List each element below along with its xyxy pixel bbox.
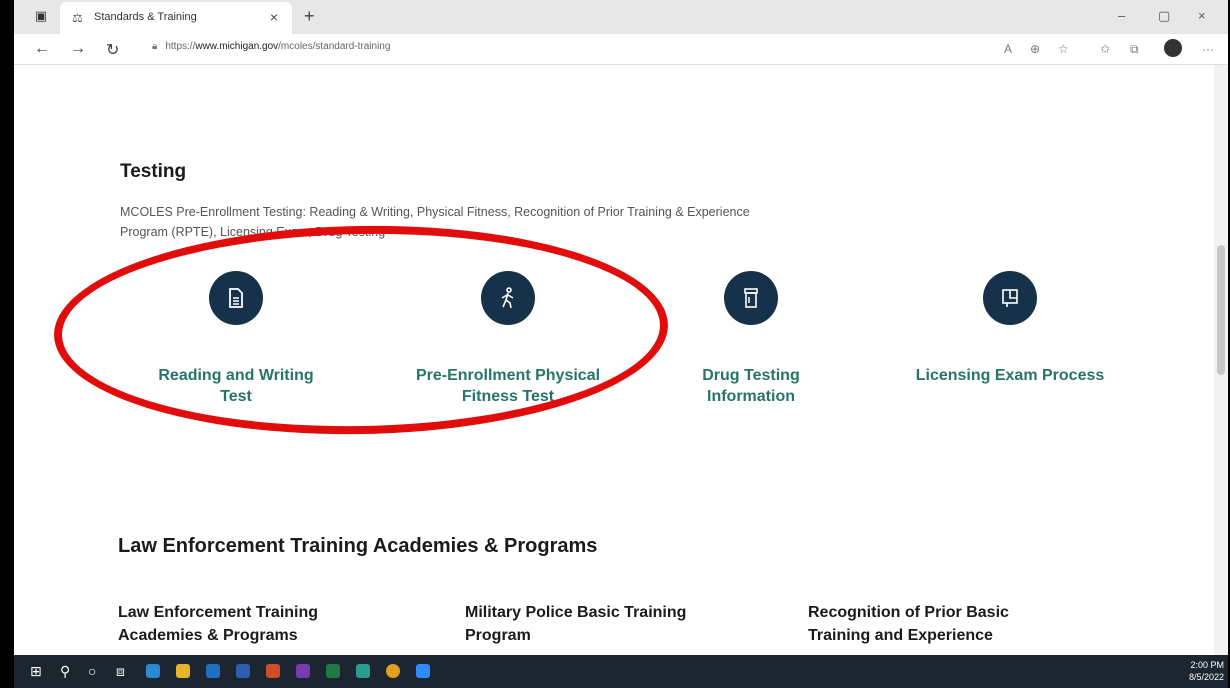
- powerpoint-icon[interactable]: [266, 664, 280, 678]
- page-content: Testing MCOLES Pre-Enrollment Testing: R…: [14, 65, 1214, 655]
- card-licensing-exam[interactable]: Licensing Exam Process: [890, 271, 1130, 386]
- favorites-add-icon[interactable]: ☆: [1058, 42, 1069, 56]
- program-link-military-police[interactable]: Military Police Basic Training Program: [465, 601, 765, 647]
- testing-heading: Testing: [120, 161, 187, 182]
- site-favicon-icon: ⚖: [72, 11, 83, 25]
- favorites-icon[interactable]: ✩: [1100, 42, 1110, 56]
- task-view-icon[interactable]: ⧈: [116, 663, 125, 680]
- program-link-prior-training[interactable]: Recognition of Prior Basic Training and …: [808, 601, 1108, 647]
- teams-icon[interactable]: [356, 664, 370, 678]
- search-icon[interactable]: ⚲: [60, 663, 70, 680]
- zoom-icon[interactable]: ⊕: [1030, 42, 1040, 56]
- onenote-icon[interactable]: [296, 664, 310, 678]
- browser-window: ▣ ⚖ Standards & Training × + – ▢ × ← → ↻…: [14, 0, 1228, 688]
- license-icon: [983, 271, 1037, 325]
- card-label[interactable]: Drug Testing Information: [631, 365, 871, 407]
- maximize-button[interactable]: ▢: [1158, 8, 1170, 24]
- address-bar-row: ← → ↻ 🔒︎ https://www.michigan.gov/mcoles/…: [14, 34, 1228, 65]
- clock-time: 2:00 PM: [1190, 660, 1224, 670]
- profile-avatar[interactable]: [1164, 39, 1182, 57]
- read-aloud-icon[interactable]: A: [1004, 42, 1012, 56]
- word-icon[interactable]: [236, 664, 250, 678]
- scrollbar-thumb[interactable]: [1217, 245, 1225, 375]
- clock-date: 8/5/2022: [1188, 672, 1224, 682]
- program-link-training-academies[interactable]: Law Enforcement Training Academies & Pro…: [118, 601, 418, 647]
- minimize-button[interactable]: –: [1118, 8, 1125, 23]
- card-drug-testing[interactable]: Drug Testing Information: [631, 271, 871, 407]
- more-icon[interactable]: ···: [1202, 42, 1214, 56]
- close-window-button[interactable]: ×: [1198, 8, 1206, 23]
- tab-strip: ▣ ⚖ Standards & Training × + – ▢ ×: [14, 0, 1228, 34]
- tab-standards-training[interactable]: ⚖ Standards & Training ×: [60, 2, 292, 34]
- windows-start-icon[interactable]: ⊞: [30, 663, 42, 680]
- collections-icon[interactable]: ⧉: [1130, 42, 1139, 57]
- url-path: /mcoles/standard-training: [278, 41, 391, 52]
- card-label[interactable]: Licensing Exam Process: [890, 365, 1130, 386]
- outlook-icon[interactable]: [206, 664, 220, 678]
- file-explorer-icon[interactable]: [176, 664, 190, 678]
- back-arrow-icon[interactable]: ←: [34, 40, 50, 58]
- windows-taskbar: ⊞ ⚲ ○ ⧈ 2:00 PM 8/5/2022: [14, 655, 1228, 688]
- tab-close-icon[interactable]: ×: [270, 9, 278, 25]
- new-tab-button[interactable]: +: [304, 6, 315, 27]
- refresh-icon[interactable]: ↻: [106, 40, 119, 60]
- page-scrollbar[interactable]: [1214, 65, 1228, 655]
- chrome-icon[interactable]: [386, 664, 400, 678]
- edge-icon[interactable]: [146, 664, 160, 678]
- zoom-app-icon[interactable]: [416, 664, 430, 678]
- pill-bottle-icon: [724, 271, 778, 325]
- excel-icon[interactable]: [326, 664, 340, 678]
- cortana-icon[interactable]: ○: [88, 663, 96, 679]
- url-field[interactable]: 🔒︎ https://www.michigan.gov/mcoles/standa…: [152, 41, 390, 52]
- tab-actions-icon[interactable]: ▣: [34, 9, 48, 23]
- url-domain: www.michigan.gov: [195, 41, 279, 52]
- law-enforcement-heading: Law Enforcement Training Academies & Pro…: [118, 535, 598, 557]
- lock-icon: 🔒︎: [152, 41, 158, 52]
- system-clock[interactable]: 2:00 PM 8/5/2022: [1189, 659, 1224, 683]
- url-prefix: https://: [165, 41, 196, 52]
- forward-arrow-icon[interactable]: →: [70, 40, 86, 58]
- tab-title: Standards & Training: [94, 11, 197, 23]
